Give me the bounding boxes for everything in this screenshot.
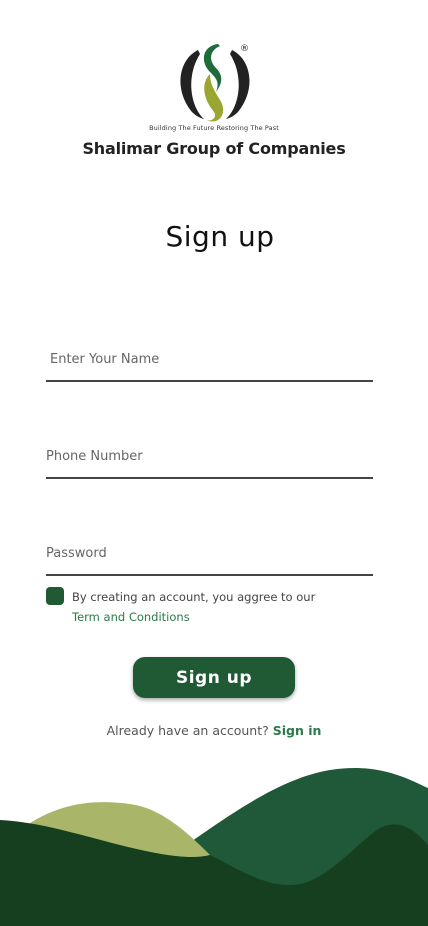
password-field — [46, 538, 373, 576]
shalimar-logo-icon: ® — [180, 44, 250, 122]
password-input[interactable] — [46, 538, 373, 568]
registered-mark: ® — [240, 44, 249, 54]
terms-text: By creating an account, you aggree to ou… — [72, 590, 316, 604]
page-title: Sign up — [165, 220, 275, 253]
sign-in-link[interactable]: Sign in — [273, 723, 322, 738]
signin-prompt: Already have an account? Sign in — [0, 723, 428, 738]
terms-checkbox[interactable] — [46, 587, 64, 605]
terms-link[interactable]: Term and Conditions — [72, 607, 315, 627]
name-field — [46, 344, 377, 382]
company-name: Shalimar Group of Companies — [82, 139, 346, 158]
signin-prompt-text: Already have an account? — [106, 723, 269, 738]
sign-up-button[interactable]: Sign up — [133, 657, 295, 698]
decorative-waves — [0, 767, 428, 926]
brand-tagline: Building The Future Restoring The Past — [149, 124, 279, 132]
name-input[interactable] — [46, 344, 377, 374]
phone-field — [46, 441, 373, 479]
phone-input[interactable] — [46, 441, 373, 471]
terms-text-block: By creating an account, you aggree to ou… — [72, 587, 315, 627]
